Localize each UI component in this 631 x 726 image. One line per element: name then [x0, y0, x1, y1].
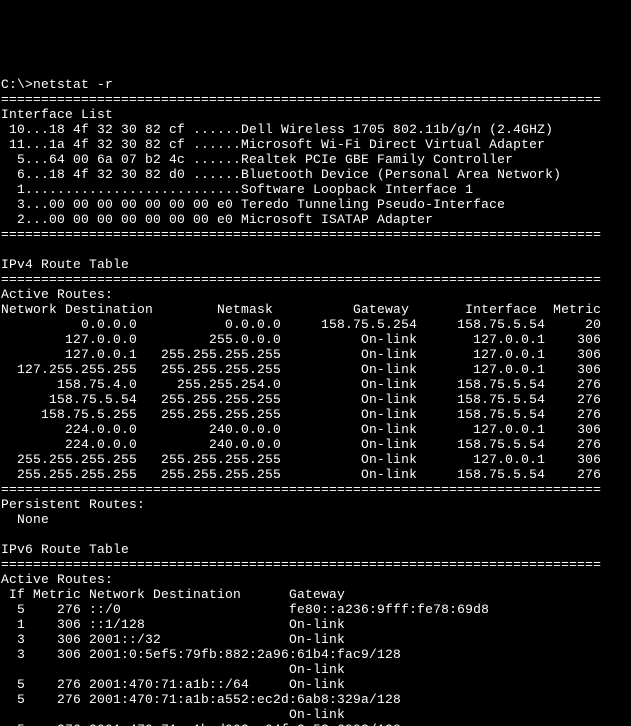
terminal-output: C:\>netstat -r =========================…	[0, 75, 631, 726]
